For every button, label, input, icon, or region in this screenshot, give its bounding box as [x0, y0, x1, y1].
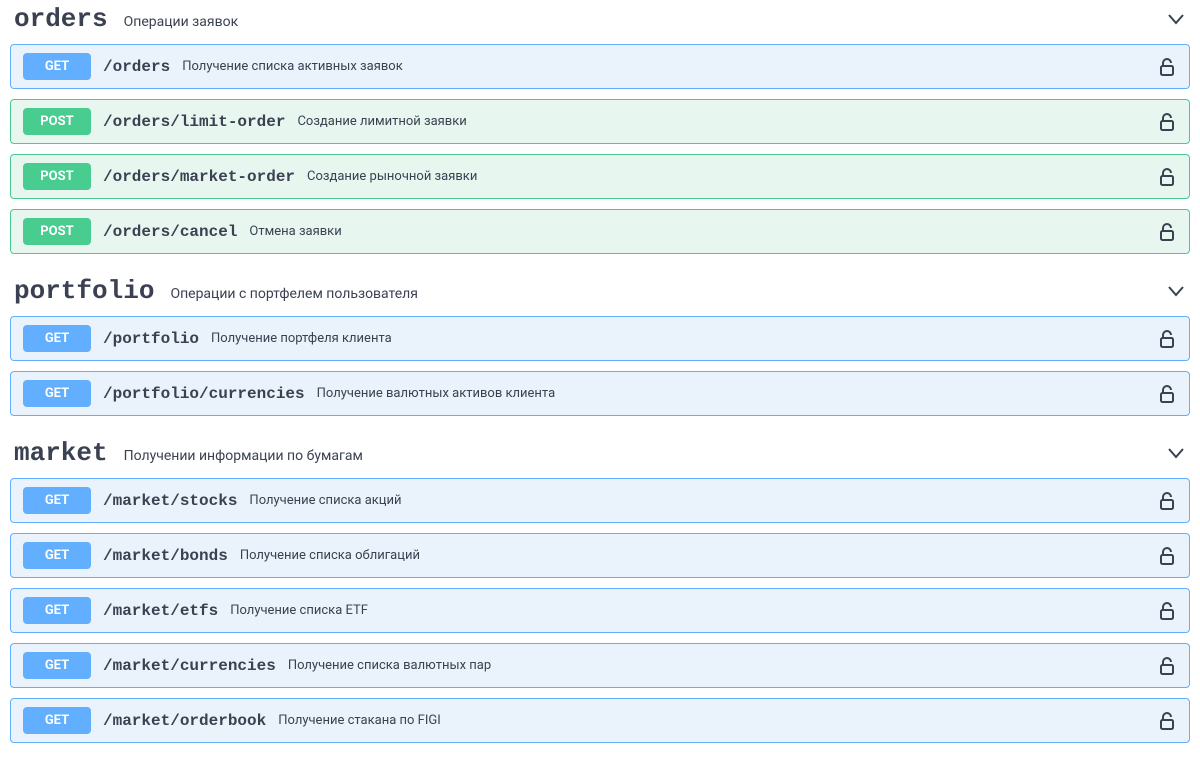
operation-summary: Получение портфеля клиента — [211, 331, 392, 346]
unlock-icon[interactable] — [1159, 168, 1175, 186]
section-orders: orders Операции заявок GET /orders Получ… — [10, 0, 1190, 254]
section-name-portfolio: portfolio — [14, 276, 154, 306]
operation-market-orderbook[interactable]: GET /market/orderbook Получение стакана … — [10, 698, 1190, 743]
section-name-orders: orders — [14, 4, 108, 34]
unlock-icon[interactable] — [1159, 113, 1175, 131]
operation-summary: Получение валютных активов клиента — [317, 386, 556, 401]
unlock-icon[interactable] — [1159, 657, 1175, 675]
method-badge-get: GET — [23, 597, 91, 624]
method-badge-post: POST — [23, 108, 91, 135]
operation-portfolio[interactable]: GET /portfolio Получение портфеля клиент… — [10, 316, 1190, 361]
operation-summary: Получение списка акций — [249, 493, 401, 508]
operation-summary: Создание рыночной заявки — [307, 169, 477, 184]
operation-path: /orders — [103, 58, 170, 76]
section-header-left: market Получении информации по бумагам — [14, 438, 363, 468]
operation-summary: Получение стакана по FIGI — [278, 713, 441, 728]
operation-path: /market/orderbook — [103, 712, 266, 730]
operation-market-currencies[interactable]: GET /market/currencies Получение списка … — [10, 643, 1190, 688]
section-desc-market: Получении информации по бумагам — [124, 448, 363, 464]
method-badge-get: GET — [23, 53, 91, 80]
unlock-icon[interactable] — [1159, 385, 1175, 403]
method-badge-post: POST — [23, 218, 91, 245]
operation-path: /portfolio/currencies — [103, 385, 305, 403]
section-desc-portfolio: Операции с портфелем пользователя — [170, 286, 418, 302]
unlock-icon[interactable] — [1159, 602, 1175, 620]
section-header-left: portfolio Операции с портфелем пользоват… — [14, 276, 418, 306]
section-market: market Получении информации по бумагам G… — [10, 434, 1190, 743]
unlock-icon[interactable] — [1159, 547, 1175, 565]
operation-market-stocks[interactable]: GET /market/stocks Получение списка акци… — [10, 478, 1190, 523]
section-desc-orders: Операции заявок — [124, 14, 239, 30]
operation-orders[interactable]: GET /orders Получение списка активных за… — [10, 44, 1190, 89]
operation-summary: Отмена заявки — [249, 224, 341, 239]
unlock-icon[interactable] — [1159, 712, 1175, 730]
unlock-icon[interactable] — [1159, 223, 1175, 241]
section-name-market: market — [14, 438, 108, 468]
operation-market-bonds[interactable]: GET /market/bonds Получение списка облиг… — [10, 533, 1190, 578]
operation-summary: Получение списка активных заявок — [182, 59, 403, 74]
operation-path: /orders/cancel — [103, 223, 237, 241]
unlock-icon[interactable] — [1159, 492, 1175, 510]
operation-summary: Создание лимитной заявки — [297, 114, 466, 129]
operation-portfolio-currencies[interactable]: GET /portfolio/currencies Получение валю… — [10, 371, 1190, 416]
method-badge-get: GET — [23, 325, 91, 352]
operation-path: /orders/market-order — [103, 168, 295, 186]
section-portfolio: portfolio Операции с портфелем пользоват… — [10, 272, 1190, 416]
operation-path: /market/bonds — [103, 547, 228, 565]
operation-path: /market/currencies — [103, 657, 276, 675]
operation-summary: Получение списка ETF — [230, 603, 368, 618]
section-header-orders[interactable]: orders Операции заявок — [10, 0, 1190, 44]
chevron-down-icon — [1166, 9, 1186, 29]
operation-path: /market/etfs — [103, 602, 218, 620]
method-badge-post: POST — [23, 163, 91, 190]
section-header-market[interactable]: market Получении информации по бумагам — [10, 434, 1190, 478]
operation-path: /orders/limit-order — [103, 113, 285, 131]
operation-orders-market-order[interactable]: POST /orders/market-order Создание рыноч… — [10, 154, 1190, 199]
section-header-left: orders Операции заявок — [14, 4, 238, 34]
section-header-portfolio[interactable]: portfolio Операции с портфелем пользоват… — [10, 272, 1190, 316]
unlock-icon[interactable] — [1159, 330, 1175, 348]
method-badge-get: GET — [23, 652, 91, 679]
operation-path: /market/stocks — [103, 492, 237, 510]
method-badge-get: GET — [23, 707, 91, 734]
operation-summary: Получение списка облигаций — [240, 548, 420, 563]
operation-path: /portfolio — [103, 330, 199, 348]
chevron-down-icon — [1166, 443, 1186, 463]
operation-summary: Получение списка валютных пар — [288, 658, 491, 673]
unlock-icon[interactable] — [1159, 58, 1175, 76]
method-badge-get: GET — [23, 542, 91, 569]
method-badge-get: GET — [23, 380, 91, 407]
operation-orders-cancel[interactable]: POST /orders/cancel Отмена заявки — [10, 209, 1190, 254]
chevron-down-icon — [1166, 281, 1186, 301]
operation-market-etfs[interactable]: GET /market/etfs Получение списка ETF — [10, 588, 1190, 633]
method-badge-get: GET — [23, 487, 91, 514]
operation-orders-limit-order[interactable]: POST /orders/limit-order Создание лимитн… — [10, 99, 1190, 144]
